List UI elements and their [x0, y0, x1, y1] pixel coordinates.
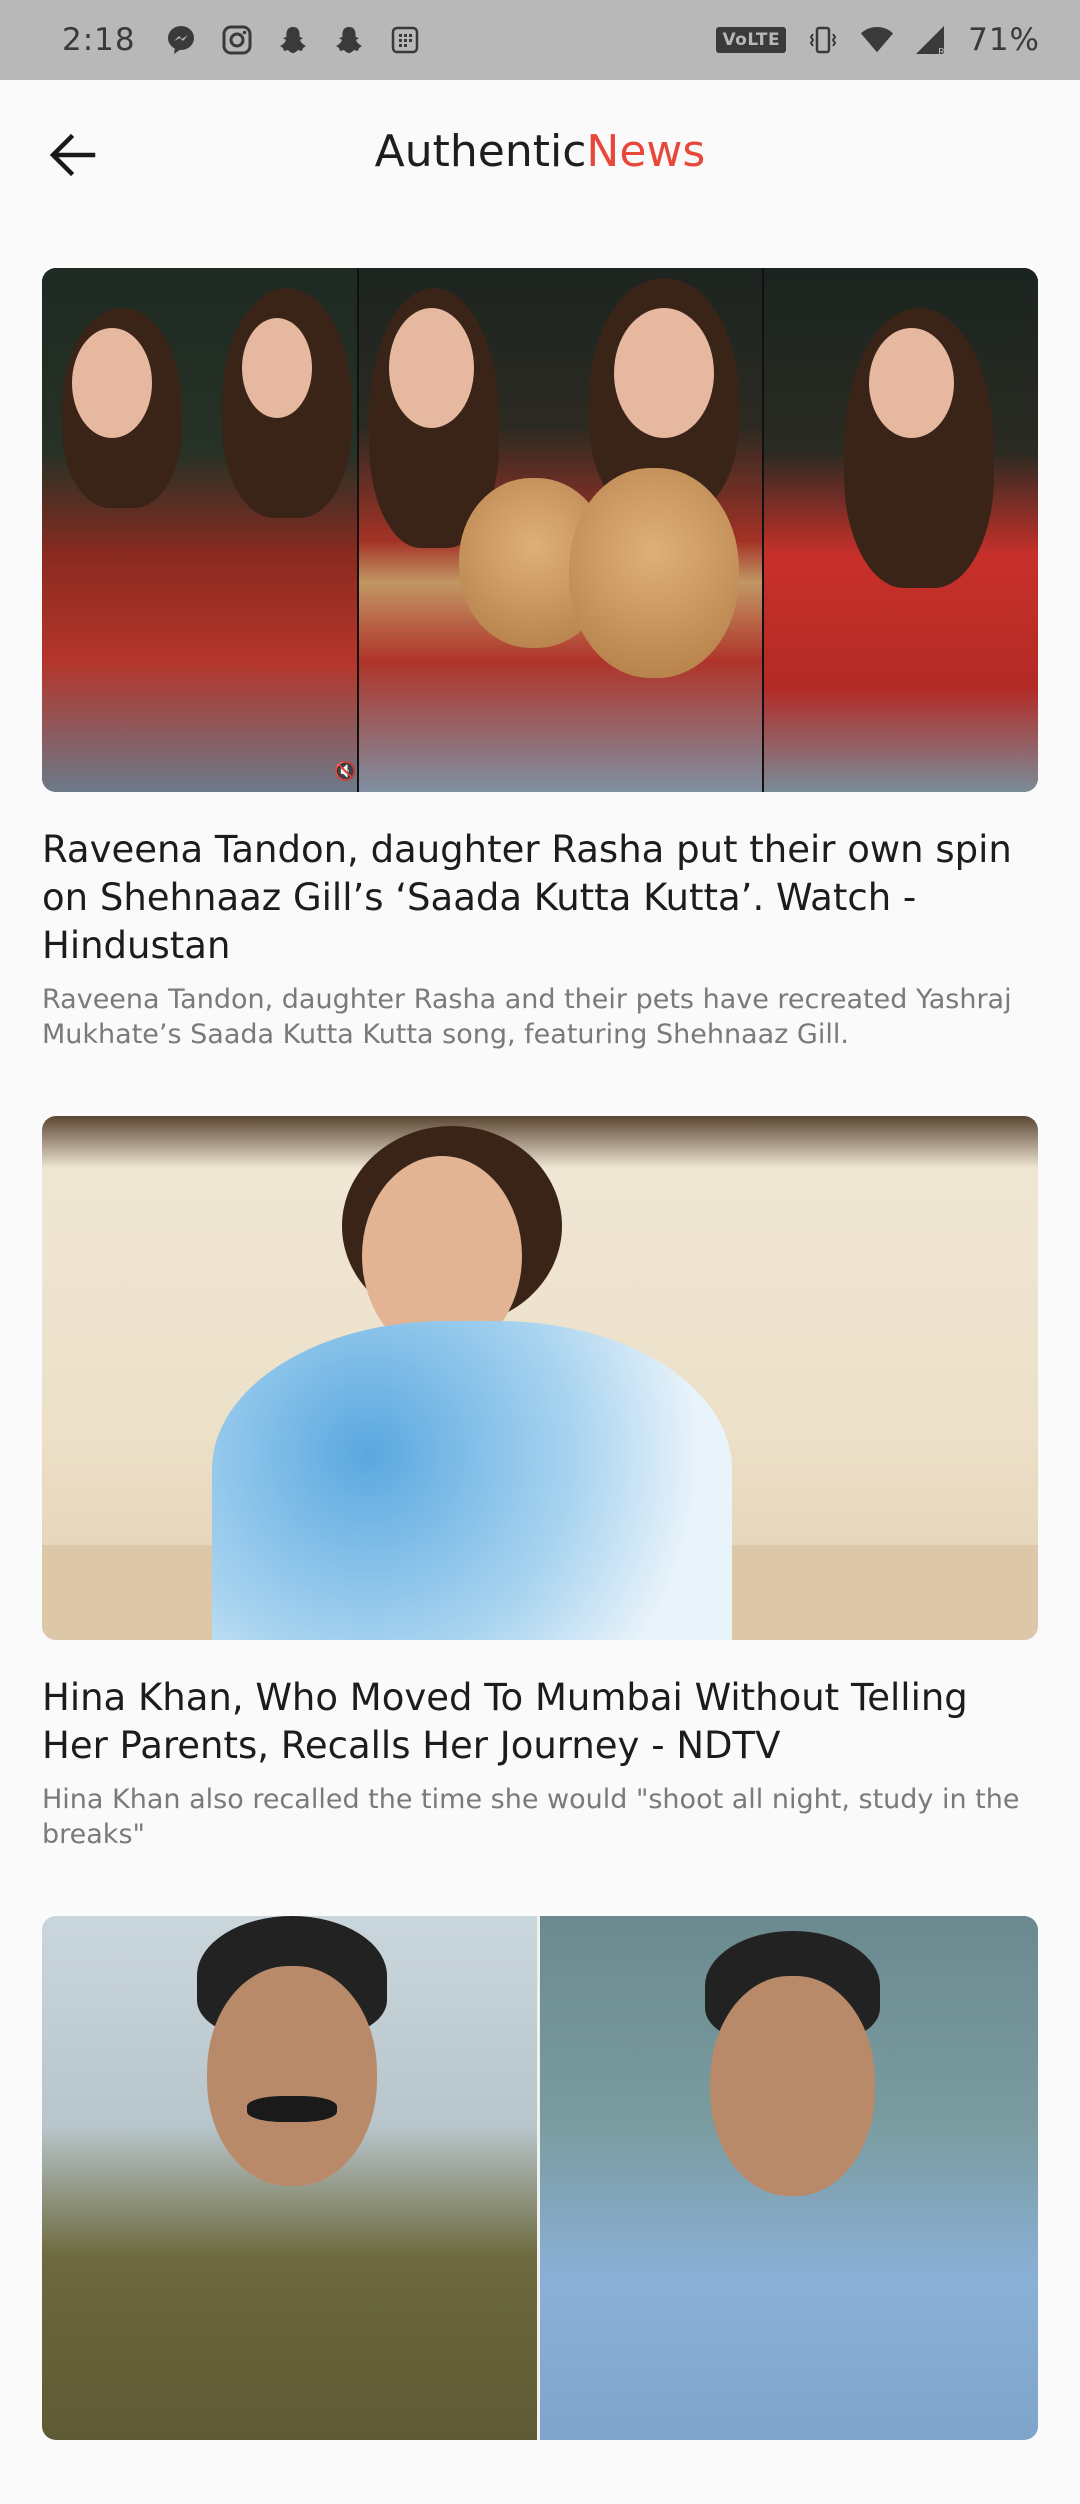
vibrate-icon	[806, 23, 840, 57]
article-image[interactable]	[42, 1916, 1038, 2440]
image-shape	[212, 1321, 732, 1640]
mute-icon: 🔇	[334, 761, 357, 781]
article-title[interactable]: Hina Khan, Who Moved To Mumbai Without T…	[42, 1674, 1038, 1770]
image-shape	[242, 318, 312, 418]
notification-icons	[164, 23, 422, 57]
instagram-icon	[220, 23, 254, 57]
status-bar: 2:18 VoLTE R 71%	[0, 0, 1080, 80]
system-indicators: VoLTE R 71%	[716, 22, 1040, 58]
image-shape	[869, 328, 954, 438]
article-image[interactable]	[42, 1116, 1038, 1640]
wifi-icon	[860, 23, 894, 57]
image-shape	[247, 2096, 337, 2122]
snapchat-icon	[332, 23, 366, 57]
image-panel	[537, 1916, 1038, 2440]
snapchat-icon	[276, 23, 310, 57]
image-panel	[762, 268, 1038, 792]
battery-level: 71%	[968, 22, 1040, 58]
app-bar: AuthenticNews	[0, 80, 1080, 230]
image-shape	[614, 308, 714, 438]
signal-icon: R	[914, 23, 948, 57]
article-image[interactable]: 🔇	[42, 268, 1038, 792]
image-panel	[357, 268, 762, 792]
image-shape	[569, 468, 739, 678]
news-card[interactable]: 🔇 Raveena Tandon, daughter Rasha put the…	[42, 268, 1038, 1052]
article-title[interactable]: Raveena Tandon, daughter Rasha put their…	[42, 826, 1038, 970]
app-title: AuthenticNews	[0, 126, 1080, 177]
volte-icon: VoLTE	[716, 27, 787, 53]
svg-text:R: R	[938, 47, 945, 56]
image-panel	[42, 268, 357, 792]
app-title-part1: Authentic	[374, 126, 587, 177]
article-description: Hina Khan also recalled the time she wou…	[42, 1784, 1020, 1850]
news-card[interactable]: Hina Khan, Who Moved To Mumbai Without T…	[42, 1116, 1038, 1852]
status-time: 2:18	[62, 22, 136, 58]
image-shape	[207, 1966, 377, 2186]
app-title-part2: News	[586, 126, 706, 177]
news-feed: 🔇 Raveena Tandon, daughter Rasha put the…	[42, 268, 1038, 2504]
messenger-icon	[164, 23, 198, 57]
image-shape	[389, 308, 474, 428]
article-description: Raveena Tandon, daughter Rasha and their…	[42, 984, 1012, 1050]
image-panel	[42, 1916, 537, 2440]
news-card[interactable]	[42, 1916, 1038, 2440]
image-shape	[710, 1976, 875, 2196]
image-shape	[72, 328, 152, 438]
app-grid-icon	[388, 23, 422, 57]
